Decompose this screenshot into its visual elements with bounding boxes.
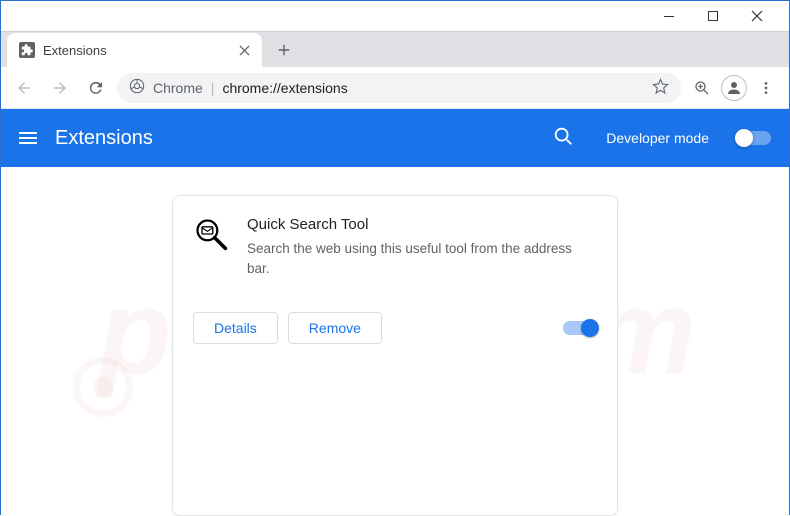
puzzle-icon bbox=[19, 42, 35, 58]
tab-title: Extensions bbox=[43, 43, 228, 58]
watermark-gear-icon bbox=[63, 347, 143, 427]
window-titlebar bbox=[1, 1, 789, 31]
extensions-header: Extensions Developer mode bbox=[1, 109, 789, 167]
extensions-content: pcrisk.com Quick Search Tool Search the … bbox=[1, 167, 789, 516]
forward-button[interactable] bbox=[45, 73, 75, 103]
tab-close-button[interactable] bbox=[236, 42, 252, 58]
window-maximize-button[interactable] bbox=[691, 2, 735, 30]
omnibox-url: chrome://extensions bbox=[222, 80, 347, 96]
hamburger-menu-button[interactable] bbox=[19, 132, 37, 144]
window-close-button[interactable] bbox=[735, 2, 779, 30]
page-title: Extensions bbox=[55, 127, 534, 150]
developer-mode-label: Developer mode bbox=[606, 130, 709, 146]
tab-strip: Extensions bbox=[1, 31, 789, 67]
extension-icon bbox=[193, 216, 229, 252]
new-tab-button[interactable] bbox=[270, 36, 298, 64]
window-minimize-button[interactable] bbox=[647, 2, 691, 30]
omnibox-divider: | bbox=[211, 80, 215, 96]
omnibox-prefix: Chrome bbox=[153, 80, 203, 96]
back-button[interactable] bbox=[9, 73, 39, 103]
chrome-logo-icon bbox=[129, 78, 145, 97]
extension-title: Quick Search Tool bbox=[247, 216, 597, 233]
bookmark-star-icon[interactable] bbox=[652, 78, 669, 98]
developer-mode-toggle[interactable] bbox=[737, 131, 771, 145]
browser-tab[interactable]: Extensions bbox=[7, 33, 262, 67]
address-bar[interactable]: Chrome | chrome://extensions bbox=[117, 73, 681, 103]
search-extensions-button[interactable] bbox=[552, 125, 574, 152]
browser-toolbar: Chrome | chrome://extensions bbox=[1, 67, 789, 109]
menu-button[interactable] bbox=[751, 73, 781, 103]
details-button[interactable]: Details bbox=[193, 312, 278, 344]
remove-button[interactable]: Remove bbox=[288, 312, 382, 344]
extension-enable-toggle[interactable] bbox=[563, 321, 597, 335]
zoom-icon[interactable] bbox=[687, 73, 717, 103]
reload-button[interactable] bbox=[81, 73, 111, 103]
profile-avatar[interactable] bbox=[721, 75, 747, 101]
extension-card: Quick Search Tool Search the web using t… bbox=[172, 195, 618, 516]
extension-description: Search the web using this useful tool fr… bbox=[247, 239, 597, 278]
